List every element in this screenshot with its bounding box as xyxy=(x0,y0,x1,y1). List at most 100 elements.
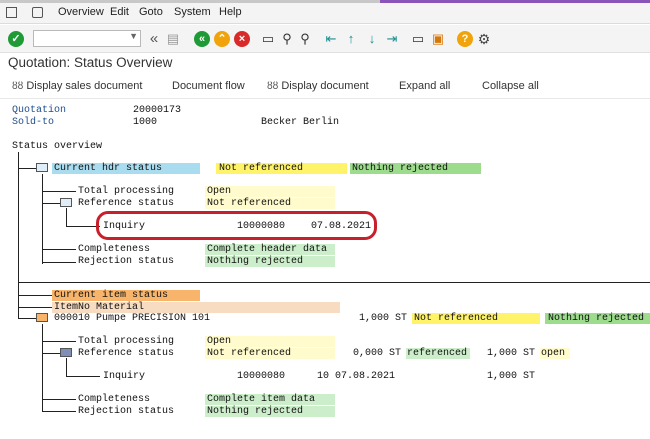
item-total-processing-value: Open xyxy=(207,336,232,347)
soldto-label: Sold-to xyxy=(12,117,55,128)
quotation-label: Quotation xyxy=(12,105,67,116)
section-divider xyxy=(18,282,650,283)
command-field[interactable]: ▼ xyxy=(33,30,141,47)
current-item-status-label: Current item status xyxy=(54,290,169,301)
item-inquiry-number[interactable]: 10000080 xyxy=(237,371,285,383)
display-document-label: Display document xyxy=(281,80,369,92)
tree-line xyxy=(18,152,19,282)
customize-layout-icon[interactable] xyxy=(6,7,17,18)
save-icon[interactable]: ▤ xyxy=(165,31,181,47)
tree-line xyxy=(42,341,76,342)
next-page-icon[interactable]: ↓ xyxy=(364,31,380,47)
tree-line xyxy=(42,411,76,412)
folder-icon[interactable] xyxy=(60,348,72,357)
hdr-reference-status-label: Reference status xyxy=(78,198,175,209)
menu-overview[interactable]: Overview xyxy=(58,6,104,18)
current-hdr-status-label: Current hdr status xyxy=(54,163,163,174)
find-icon[interactable]: ⚲ xyxy=(279,31,295,47)
item-reference-status-value: Not referenced xyxy=(207,348,292,359)
print-icon[interactable]: ▭ xyxy=(260,31,276,47)
item-ref-qty-1: 0,000 ST xyxy=(353,348,402,359)
tree-line xyxy=(66,226,100,227)
menu-bar: Overview Edit Goto System Help xyxy=(0,3,650,24)
item-rejection-status-label: Rejection status xyxy=(78,406,175,417)
folder-icon[interactable] xyxy=(60,198,72,207)
system-menu-icon[interactable] xyxy=(32,7,43,18)
page-title: Quotation: Status Overview xyxy=(8,55,173,70)
menu-help[interactable]: Help xyxy=(219,6,242,18)
tree-line xyxy=(18,318,36,319)
create-session-icon[interactable]: ▭ xyxy=(410,31,426,47)
highlight-annotation xyxy=(96,211,377,240)
hdr-rejection-status-label: Rejection status xyxy=(78,256,175,267)
tree-line xyxy=(66,358,67,377)
hdr-total-processing-value: Open xyxy=(207,186,232,197)
tree-line xyxy=(42,353,60,354)
menu-goto[interactable]: Goto xyxy=(139,6,163,18)
status-overview-heading: Status overview xyxy=(12,141,103,152)
previous-page-icon[interactable]: ↑ xyxy=(343,31,359,47)
item-inquiry-date: 07.08.2021 xyxy=(335,371,396,382)
enter-icon[interactable]: ✓ xyxy=(8,31,24,47)
display-sales-document-button[interactable]: ȣȣ Display sales document xyxy=(12,80,142,92)
item-inquiry-item: 10 xyxy=(317,371,330,382)
item-rejection-status: Nothing rejected xyxy=(548,313,645,324)
tree-line xyxy=(42,262,76,263)
expand-all-button[interactable]: Expand all xyxy=(399,80,450,92)
application-toolbar: ȣȣ Display sales document Document flow ȣ… xyxy=(0,75,650,99)
item-inquiry-label[interactable]: Inquiry xyxy=(103,371,145,383)
soldto-name: Becker Berlin xyxy=(261,117,340,128)
hdr-total-processing-label: Total processing xyxy=(78,186,175,197)
folder-icon[interactable] xyxy=(36,313,48,322)
display-document-button[interactable]: ȣȣ Display document xyxy=(267,80,369,92)
menu-edit[interactable]: Edit xyxy=(110,6,129,18)
item-ref-status-2: open xyxy=(541,348,566,359)
item-reference-status: Not referenced xyxy=(414,313,499,324)
back-icon[interactable]: « xyxy=(194,31,210,47)
glasses-icon: ȣȣ xyxy=(267,81,279,92)
tree-line xyxy=(18,283,19,319)
hdr-rejection-status: Nothing rejected xyxy=(352,163,449,174)
hdr-completeness-value: Complete header data xyxy=(207,244,328,255)
tree-line xyxy=(18,307,52,308)
tree-line xyxy=(66,208,67,227)
chevron-down-icon[interactable]: ▼ xyxy=(129,31,138,41)
quotation-number: 20000173 xyxy=(133,105,182,116)
hdr-reference-status-value: Not referenced xyxy=(207,198,292,209)
glasses-icon: ȣȣ xyxy=(12,81,24,92)
item-quantity: 1,000 ST xyxy=(359,313,408,324)
folder-icon[interactable] xyxy=(36,163,48,172)
last-page-icon[interactable]: ⇥ xyxy=(384,31,400,47)
cancel-icon[interactable]: × xyxy=(234,31,250,47)
hdr-completeness-label: Completeness xyxy=(78,244,151,255)
tree-line xyxy=(42,399,76,400)
double-chevron-left-icon[interactable]: « xyxy=(146,31,162,47)
soldto-number: 1000 xyxy=(133,117,158,128)
tree-line xyxy=(42,249,76,250)
tree-line xyxy=(18,295,52,296)
document-flow-button[interactable]: Document flow xyxy=(172,80,245,92)
shortcut-icon[interactable]: ▣ xyxy=(430,31,446,47)
item-ref-qty-2: 1,000 ST xyxy=(487,348,536,359)
menu-system[interactable]: System xyxy=(174,6,211,18)
tree-line xyxy=(18,168,36,169)
item-text: 000010 Pumpe PRECISION 101 xyxy=(54,313,211,324)
first-page-icon[interactable]: ⇤ xyxy=(323,31,339,47)
display-sales-document-label: Display sales document xyxy=(26,80,143,92)
find-next-icon[interactable]: ⚲ xyxy=(297,31,313,47)
help-icon[interactable]: ? xyxy=(457,31,473,47)
tree-line xyxy=(42,203,60,204)
item-completeness-value: Complete item data xyxy=(207,394,316,405)
hdr-rejection-status-value: Nothing rejected xyxy=(207,256,304,267)
tree-line xyxy=(42,191,76,192)
item-total-processing-label: Total processing xyxy=(78,336,175,347)
item-inquiry-qty: 1,000 ST xyxy=(487,371,536,382)
collapse-all-button[interactable]: Collapse all xyxy=(482,80,539,92)
tree-line xyxy=(66,376,100,377)
item-rejection-status-value: Nothing rejected xyxy=(207,406,304,417)
standard-toolbar: ✓ ▼ « ▤ « ⌃ × ▭ ⚲ ⚲ ⇤ ↑ ↓ ⇥ ▭ ▣ ? ⚙ xyxy=(0,25,650,53)
item-completeness-label: Completeness xyxy=(78,394,151,405)
settings-icon[interactable]: ⚙ xyxy=(476,31,492,47)
hdr-reference-status: Not referenced xyxy=(219,163,304,174)
exit-icon[interactable]: ⌃ xyxy=(214,31,230,47)
